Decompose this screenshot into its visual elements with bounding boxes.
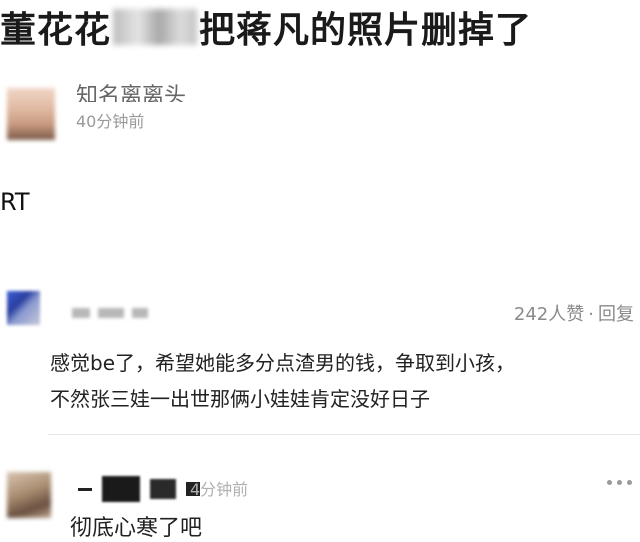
comment-timestamp: 4分钟前	[190, 480, 249, 499]
meta-separator: ·	[588, 304, 594, 325]
commenter-name-redacted[interactable]	[72, 308, 148, 318]
commenter-name-redacted[interactable]	[78, 476, 200, 502]
author-name[interactable]: 知名离离头	[76, 80, 186, 102]
comment-text-line: 感觉be了，希望她能多分点渣男的钱，争取到小孩，	[50, 351, 515, 375]
comment-text: 彻底心寒了吧	[70, 516, 203, 541]
reply-button[interactable]: 回复	[598, 304, 634, 325]
commenter-avatar[interactable]	[7, 291, 40, 325]
comment-meta: 242人赞 · 回复	[514, 300, 634, 326]
post-title: 董花花 把蒋凡的照片删掉了	[0, 4, 533, 51]
title-suffix: 把蒋凡的照片删掉了	[199, 10, 533, 51]
comment-text: 感觉be了，希望她能多分点渣男的钱，争取到小孩， 不然张三娃一出世那俩小娃娃肯定…	[50, 345, 630, 417]
author-avatar[interactable]	[7, 88, 55, 140]
title-prefix: 董花花	[0, 10, 112, 51]
post-body: RT	[0, 188, 30, 216]
more-dots-icon[interactable]	[607, 480, 632, 485]
like-count[interactable]: 242人赞	[514, 304, 584, 325]
commenter-avatar[interactable]	[7, 472, 51, 518]
comment-text-line: 不然张三娃一出世那俩小娃娃肯定没好日子	[50, 387, 430, 411]
comment-divider	[48, 434, 640, 435]
post-timestamp: 40分钟前	[76, 112, 145, 131]
redacted-name	[113, 9, 198, 45]
